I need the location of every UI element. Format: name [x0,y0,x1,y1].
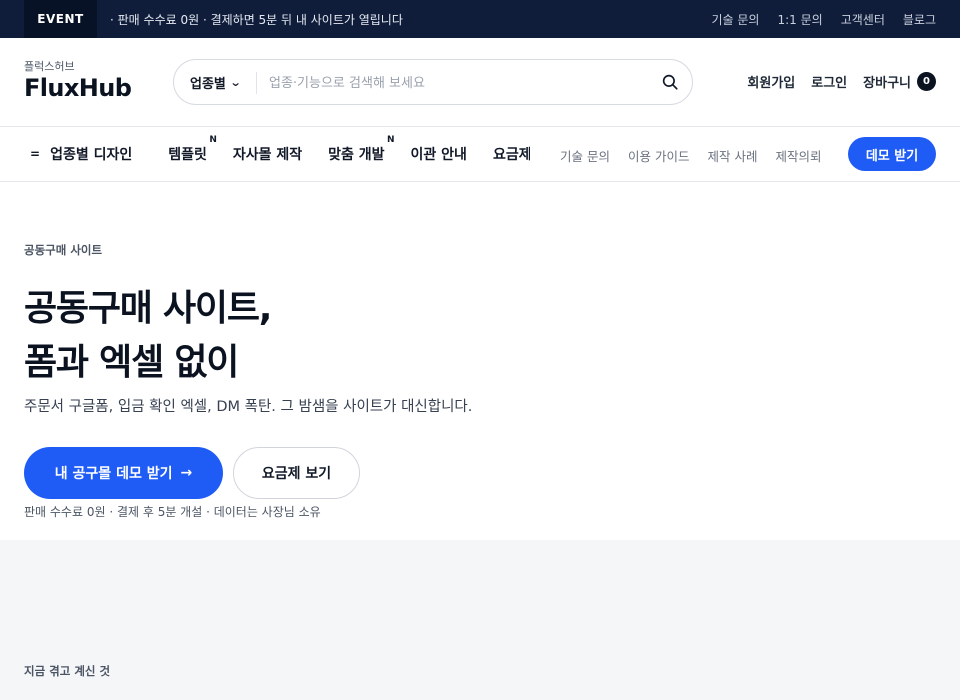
main-nav: = 업종별 디자인 템플릿 N 자사몰 제작 맞춤 개발 N 이관 안내 요금제… [0,127,960,182]
nav-categories: = 업종별 디자인 템플릿 N 자사몰 제작 맞춤 개발 N 이관 안내 요금제 [30,127,530,181]
nav-item-label: 업종별 디자인 [50,147,133,163]
search-category-select[interactable]: 업종별 ⌄ [190,73,242,92]
get-demo-cta-button[interactable]: 내 공구몰 데모 받기 → [24,447,223,499]
hero-title-line: 폼과 엑셀 없이 [24,342,239,383]
new-badge: N [209,135,217,145]
hero-title: 공동구매 사이트, 폼과 엑셀 없이 [24,282,272,390]
signup-link[interactable]: 회원가입 [747,72,795,91]
nav-item-custom-dev[interactable]: 맞춤 개발 N [328,135,394,164]
nav-item-pricing[interactable]: 요금제 [493,144,530,164]
nav-item-label: 맞춤 개발 [328,147,385,163]
menu-icon: = [30,147,41,161]
nav-item-own-mall[interactable]: 자사몰 제작 [233,144,302,164]
hero-section: 공동구매 사이트 공동구매 사이트, 폼과 엑셀 없이 주문서 구글폼, 입금 … [0,182,960,540]
hero-eyebrow: 공동구매 사이트 [24,243,103,257]
cart-label: 장바구니 [863,76,911,91]
view-pricing-button[interactable]: 요금제 보기 [233,447,360,499]
search-bar: 업종별 ⌄ [173,59,693,105]
logo[interactable]: FluxHub [24,74,132,102]
announcement-bar: EVENT · 판매 수수료 0원 · 결제하면 5분 뒤 내 사이트가 열립니… [0,0,960,38]
section-eyebrow: 지금 겪고 계신 것 [24,664,111,678]
new-badge: N [387,135,395,145]
one-on-one-inquiry-link[interactable]: 1:1 문의 [777,11,822,28]
search-category-label: 업종별 [190,77,226,92]
arrow-right-icon: → [180,465,193,481]
tech-inquiry-link[interactable]: 기술 문의 [712,11,760,28]
header-actions: 회원가입 로그인 장바구니 0 [747,72,936,91]
cart-count-badge: 0 [917,72,936,91]
customer-center-link[interactable]: 고객센터 [841,11,885,28]
chevron-down-icon: ⌄ [229,76,242,89]
hero-title-line: 공동구매 사이트, [24,288,272,329]
nav-item-label: 템플릿 [168,147,207,163]
nav-item-label: 자사몰 제작 [232,147,303,163]
event-badge[interactable]: EVENT [24,0,97,38]
hero-subtitle: 주문서 구글폼, 입금 확인 엑셀, DM 폭탄. 그 밤샘을 사이트가 대신합… [24,399,473,415]
nav-item-label: 이관 안내 [410,147,467,163]
event-text[interactable]: · 판매 수수료 0원 · 결제하면 5분 뒤 내 사이트가 열립니다 [110,11,403,28]
search-input[interactable] [269,71,639,95]
nav-case-studies-link[interactable]: 제작 사례 [707,146,757,165]
pain-points-section: 지금 겪고 계신 것 [0,540,960,700]
nav-tech-inquiry-link[interactable]: 기술 문의 [560,146,610,165]
nav-request-link[interactable]: 제작의뢰 [775,146,821,165]
login-link[interactable]: 로그인 [811,72,847,91]
site-header: 플럭스허브 FluxHub 업종별 ⌄ 회원가입 로그인 장바구니 0 [0,38,960,127]
nav-item-templates[interactable]: 템플릿 N [168,135,217,164]
nav-usage-guide-link[interactable]: 이용 가이드 [628,146,689,165]
nav-secondary-links: 기술 문의 이용 가이드 제작 사례 제작의뢰 [560,146,821,165]
cta-label: 내 공구몰 데모 받기 [54,466,173,482]
nav-item-label: 요금제 [492,147,530,163]
blog-link[interactable]: 블로그 [903,11,936,28]
search-icon[interactable] [661,73,679,91]
utility-links: 기술 문의 1:1 문의 고객센터 블로그 [712,11,937,28]
nav-item-industry-design[interactable]: = 업종별 디자인 [30,144,132,164]
hero-note: 판매 수수료 0원 · 결제 후 5분 개설 · 데이터는 사장님 소유 [24,505,321,519]
search-divider [256,72,257,94]
cart-button[interactable]: 장바구니 0 [863,72,936,91]
logo-subtitle: 플럭스허브 [24,60,75,73]
demo-button[interactable]: 데모 받기 [848,137,936,171]
nav-item-migration[interactable]: 이관 안내 [411,144,467,164]
